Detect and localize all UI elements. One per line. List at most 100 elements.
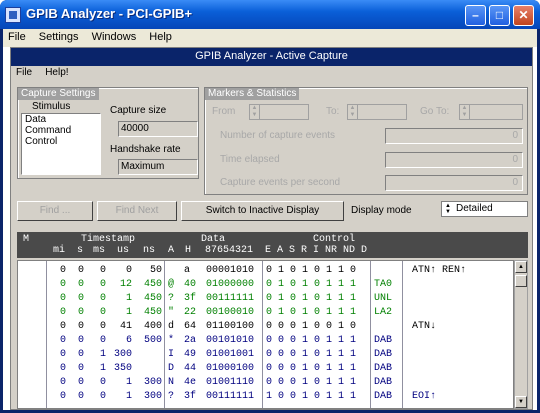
menu-windows[interactable]: Windows xyxy=(87,29,142,43)
markers-caption: Markers & Statistics xyxy=(205,88,300,100)
find-button[interactable]: Find ... xyxy=(17,201,93,221)
cell-mn: DAB xyxy=(374,335,393,346)
cell-ms: 0 xyxy=(99,293,106,304)
cell-bits: 01001110 xyxy=(206,377,255,388)
minimize-button[interactable]: – xyxy=(465,5,486,26)
switch-display-button[interactable]: Switch to Inactive Display xyxy=(181,201,344,221)
cell-us: 6 xyxy=(125,335,132,346)
cell-ctrl: 0 1 0 1 0 1 1 1 xyxy=(266,307,357,318)
cell-bits: 00100010 xyxy=(206,307,255,318)
cell-mn: DAB xyxy=(374,363,393,374)
display-mode-select[interactable]: ▲ ▼ Detailed xyxy=(441,201,528,217)
stimulus-item-data[interactable]: Data xyxy=(22,114,100,125)
from-label: From xyxy=(212,106,236,117)
spin-arrows-icon: ▲ ▼ xyxy=(250,105,260,119)
child-menubar: File Help! xyxy=(11,66,532,82)
stimulus-label: Stimulus xyxy=(32,101,71,112)
cell-us: 1 xyxy=(125,391,132,402)
cell-us: 1 xyxy=(125,293,132,304)
cell-a: ? xyxy=(168,293,175,304)
from-spin[interactable]: ▲ ▼ xyxy=(249,104,309,120)
col-timestamp: Timestamp xyxy=(81,234,136,245)
goto-label: Go To: xyxy=(420,106,450,117)
capture-size-label: Capture size xyxy=(110,105,167,116)
cell-ms: 0 xyxy=(99,279,106,290)
table-row[interactable]: 0 0 1 350 D 44 01000100 0 0 0 1 0 1 1 1 DAB xyxy=(18,363,513,375)
table-row[interactable]: 0 0 1 300 I 49 01001001 0 0 0 1 0 1 1 1 DAB xyxy=(18,349,513,361)
close-button[interactable]: ✕ xyxy=(513,5,534,26)
cell-a: @ xyxy=(168,279,175,290)
cell-ctrl: 0 0 0 1 0 1 1 1 xyxy=(266,349,357,360)
cell-h: 4e xyxy=(184,377,197,388)
capture-grid[interactable]: 0 0 0 0 50 a 00001010 0 1 0 1 0 1 1 0 ATN↑ REN↑ 0… xyxy=(17,260,514,409)
child-title-bar[interactable]: GPIB Analyzer - Active Capture xyxy=(11,48,532,66)
cell-bits: 01100100 xyxy=(206,321,255,332)
maximize-button[interactable]: □ xyxy=(489,5,510,26)
col-control: Control xyxy=(313,234,356,245)
cell-bits: 01000100 xyxy=(206,363,255,374)
goto-spin[interactable]: ▲ ▼ xyxy=(459,104,523,120)
cell-bits: 00111111 xyxy=(206,391,255,402)
cell-us: 12 xyxy=(119,279,132,290)
cell-s: 0 xyxy=(77,321,84,332)
table-row[interactable]: 0 0 0 1 300? 3f 00111111 1 0 0 1 0 1 1 1 DAB EOI↑ xyxy=(18,391,513,403)
cell-mn: DAB xyxy=(374,349,393,360)
display-mode-label: Display mode xyxy=(351,205,412,216)
cell-h: 40 xyxy=(184,279,197,290)
cell-bits: 01001001 xyxy=(206,349,255,360)
child-menu-file[interactable]: File xyxy=(11,66,37,78)
table-row[interactable]: 0 0 0 6 500 * 2a 00101010 0 0 0 1 0 1 1 1 DAB xyxy=(18,335,513,347)
table-row[interactable]: 0 0 0 1 450? 3f 00111111 0 1 0 1 0 1 1 1 UNL xyxy=(18,293,513,305)
cell-ctrl: 0 0 0 1 0 1 1 1 xyxy=(266,363,357,374)
to-label: To: xyxy=(326,106,340,117)
scroll-thumb[interactable] xyxy=(515,275,527,287)
cell-mi: 0 xyxy=(59,335,66,346)
table-row[interactable]: 0 0 0 12 450 @40 01000000 0 1 0 1 0 1 1 1 TA0 xyxy=(18,279,513,291)
time-elapsed-field: 0 xyxy=(385,152,523,168)
col-data: Data xyxy=(201,234,226,245)
cell-mi: 0 xyxy=(59,307,66,318)
col-h: H xyxy=(185,245,192,256)
cell-mi: 0 xyxy=(59,377,66,388)
cell-mi: 0 xyxy=(59,363,66,374)
capture-settings-caption: Capture Settings xyxy=(18,88,99,100)
cell-bits: 00101010 xyxy=(206,335,255,346)
cell-s: 0 xyxy=(77,377,84,388)
menu-file[interactable]: File xyxy=(3,29,31,43)
table-row[interactable]: 0 0 0 41 400 d 64 01100100 0 0 0 1 0 0 1 0 ATN↓ xyxy=(18,321,513,333)
table-row[interactable]: 0 0 0 1 450 " 22 00100010 0 1 0 1 0 1 1 1 LA2 xyxy=(18,307,513,319)
cell-mi: 0 xyxy=(59,321,66,332)
spin-arrows-icon: ▲ ▼ xyxy=(348,105,358,119)
scroll-down-icon[interactable]: ▼ xyxy=(515,396,527,408)
col-m: M xyxy=(23,234,30,245)
title-bar[interactable]: GPIB Analyzer - PCI-GPIB+ – □ ✕ xyxy=(0,0,540,29)
scroll-up-icon[interactable]: ▲ xyxy=(515,261,527,273)
cell-ctrl: 0 0 0 1 0 1 1 1 xyxy=(266,335,357,346)
grid-scrollbar[interactable]: ▲ ▼ xyxy=(514,260,528,409)
handshake-rate-field[interactable]: Maximum xyxy=(118,159,198,175)
capture-size-field[interactable]: 40000 xyxy=(118,121,198,137)
menu-settings[interactable]: Settings xyxy=(34,29,84,43)
table-row[interactable]: 0 0 0 1 300 N 4e 01001110 0 0 0 1 0 1 1 1 DAB xyxy=(18,377,513,389)
cell-ms: 0 xyxy=(99,307,106,318)
table-row[interactable]: 0 0 0 0 50 a 00001010 0 1 0 1 0 1 1 0 ATN↑ REN↑ xyxy=(18,265,513,277)
cell-ctrl: 0 1 0 1 0 1 1 0 xyxy=(266,265,357,276)
app-icon xyxy=(5,7,21,23)
stimulus-item-control[interactable]: Control xyxy=(22,136,100,147)
cell-h: 2a xyxy=(184,335,197,346)
events-per-second-field: 0 xyxy=(385,175,523,191)
cell-s: 0 xyxy=(77,307,84,318)
menu-help[interactable]: Help xyxy=(144,29,177,43)
stimulus-list[interactable]: Data Command Control xyxy=(21,113,101,175)
col-a: A xyxy=(168,245,175,256)
child-menu-help[interactable]: Help! xyxy=(40,66,73,78)
spin-arrows-icon: ▲ ▼ xyxy=(460,105,470,119)
num-events-field: 0 xyxy=(385,128,523,144)
stimulus-item-command[interactable]: Command xyxy=(22,125,100,136)
cell-mn: UNL xyxy=(374,293,393,304)
cell-ms: 0 xyxy=(99,321,106,332)
to-spin[interactable]: ▲ ▼ xyxy=(347,104,407,120)
window-title: GPIB Analyzer - PCI-GPIB+ xyxy=(26,6,193,21)
find-next-button[interactable]: Find Next xyxy=(97,201,177,221)
cell-h: 3f xyxy=(184,293,197,304)
